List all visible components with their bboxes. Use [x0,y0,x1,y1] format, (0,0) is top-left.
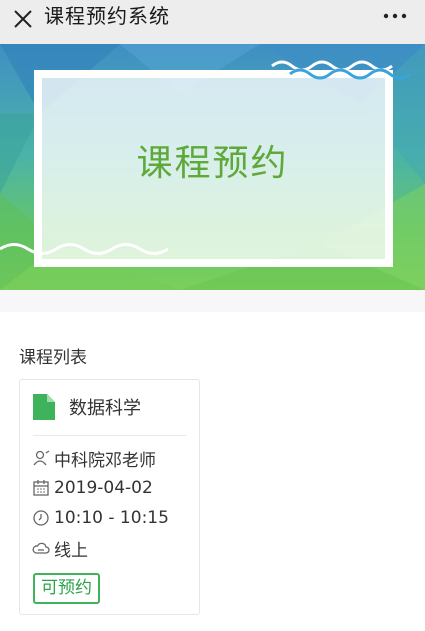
page-title: 课程预约系统 [44,4,170,28]
time-row: 10:10 - 10:15 [32,506,169,530]
more-icon[interactable] [381,8,411,28]
cloud-icon [32,542,50,554]
location-row: 线上 [32,536,88,561]
date-row: 2019-04-02 [32,476,153,500]
course-location: 线上 [54,540,88,561]
course-date: 2019-04-02 [54,478,153,498]
teacher-row: 中科院邓老师 [32,446,156,471]
banner: 课程预约 [0,44,425,290]
clock-icon [33,510,49,526]
document-icon [33,394,55,420]
title-bar: 课程预约系统 [0,0,425,44]
course-time: 10:10 - 10:15 [54,508,169,528]
teacher-name: 中科院邓老师 [54,450,156,471]
user-icon [33,450,50,466]
course-name: 数据科学 [69,398,141,419]
close-icon[interactable] [10,7,40,37]
card-divider [33,435,186,436]
status-badge[interactable]: 可预约 [33,573,100,604]
calendar-icon [33,480,49,496]
section-divider [0,290,425,312]
section-title: 课程列表 [19,348,87,368]
banner-title: 课程预约 [136,143,289,184]
course-card-header: 数据科学 [20,380,199,435]
course-card[interactable]: 数据科学 中科院邓老师 2019-04-02 10:10 - 10:15 线上 … [19,379,200,615]
